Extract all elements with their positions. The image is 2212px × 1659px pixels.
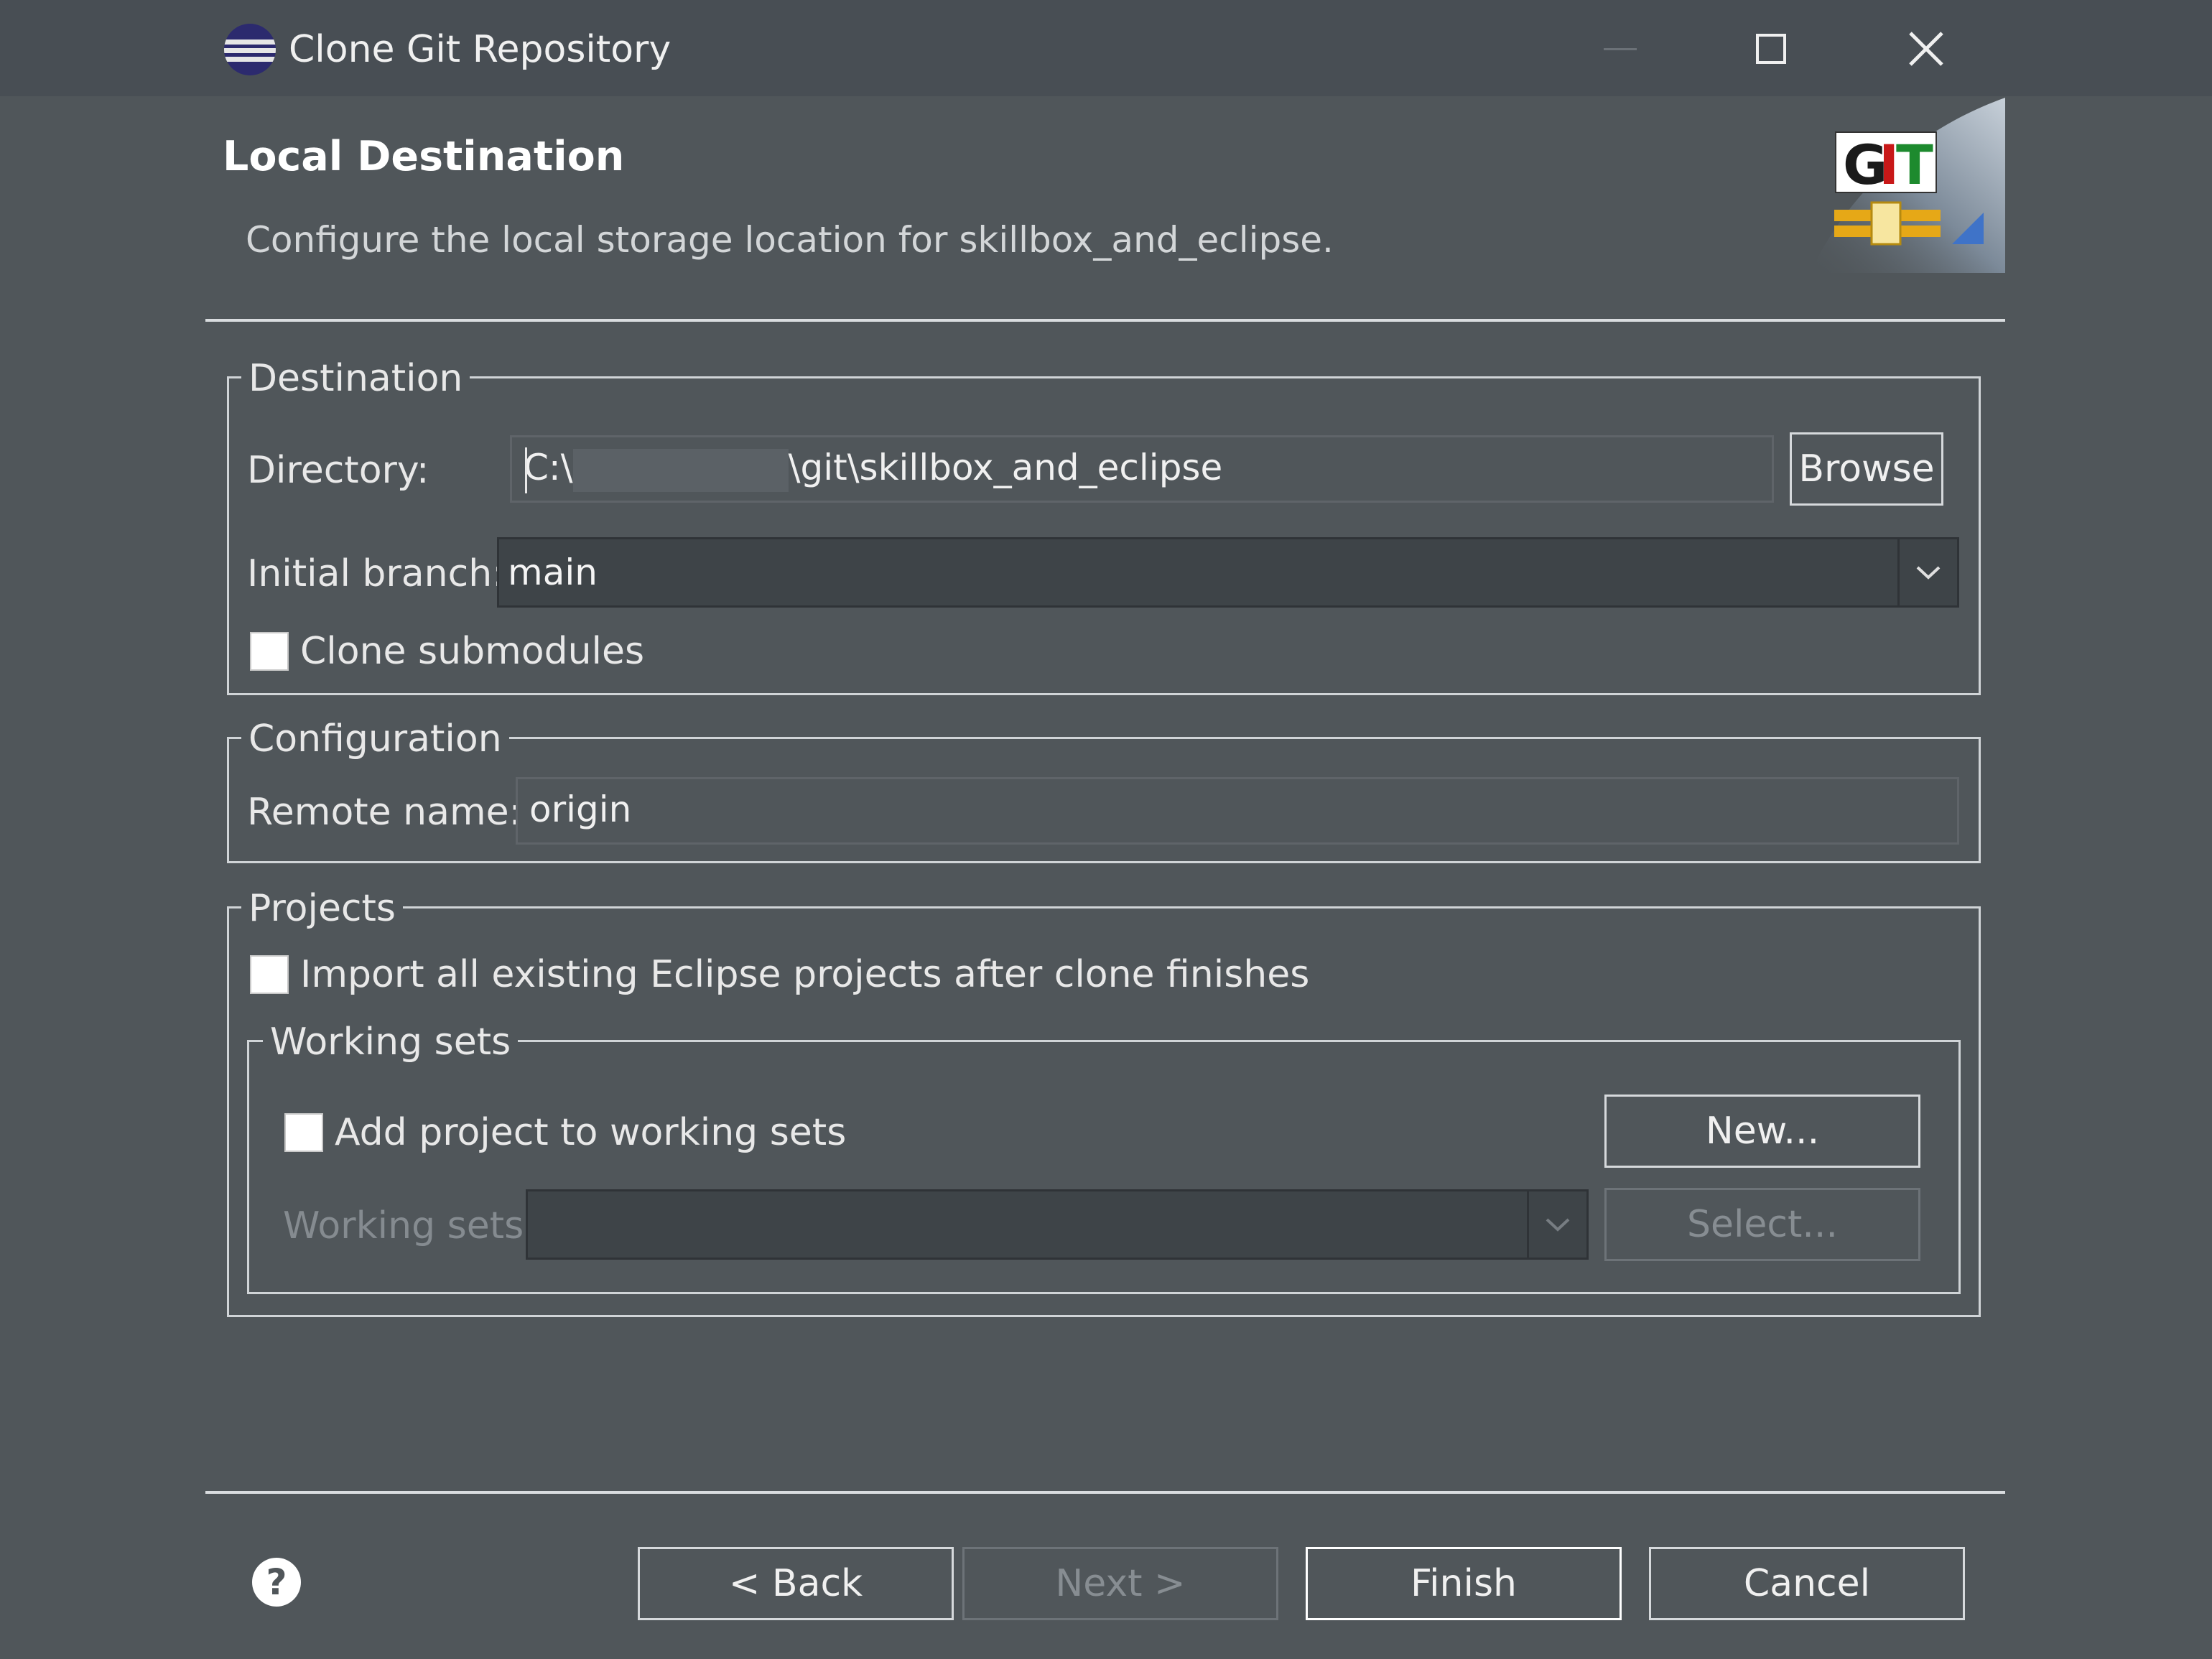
select-working-sets-button[interactable]: Select...	[1604, 1188, 1920, 1261]
close-icon	[1909, 32, 1943, 66]
maximize-icon	[1756, 34, 1786, 64]
svg-text:?: ?	[266, 1561, 287, 1603]
chevron-down-icon[interactable]	[1897, 539, 1957, 605]
minimize-button[interactable]	[1577, 14, 1663, 83]
new-working-set-button[interactable]: New...	[1604, 1095, 1920, 1168]
remote-name-input[interactable]: origin	[516, 777, 1959, 845]
back-button[interactable]: < Back	[638, 1547, 954, 1620]
window-title: Clone Git Repository	[289, 28, 672, 71]
cancel-button[interactable]: Cancel	[1649, 1547, 1965, 1620]
redacted-path	[572, 448, 789, 492]
add-to-working-sets-label: Add project to working sets	[335, 1111, 847, 1154]
projects-legend: Projects	[241, 886, 404, 931]
import-projects-label: Import all existing Eclipse projects aft…	[300, 953, 1310, 996]
remote-name-label: Remote name:	[247, 791, 522, 834]
text-caret	[525, 447, 527, 493]
git-logo-t: T	[1896, 133, 1933, 197]
initial-branch-select[interactable]: main	[497, 537, 1959, 608]
footer-separator	[205, 1491, 2005, 1494]
working-sets-legend: Working sets	[263, 1020, 519, 1064]
initial-branch-value: main	[508, 552, 598, 593]
directory-prefix: C:\	[524, 447, 573, 488]
close-button[interactable]	[1883, 14, 1969, 83]
browse-button[interactable]: Browse	[1790, 432, 1943, 506]
help-icon[interactable]: ?	[250, 1556, 303, 1609]
directory-input[interactable]: C:\ \git\skillbox_and_eclipse	[510, 435, 1774, 503]
initial-branch-label: Initial branch:	[247, 552, 505, 595]
maximize-button[interactable]	[1728, 14, 1814, 83]
eclipse-icon	[224, 24, 276, 75]
working-sets-label: Working sets:	[283, 1204, 536, 1247]
add-to-working-sets-checkbox[interactable]	[284, 1113, 323, 1152]
configuration-legend: Configuration	[241, 717, 509, 761]
page-title: Local Destination	[223, 133, 625, 180]
page-description: Configure the local storage location for…	[246, 219, 1334, 261]
minimize-icon	[1604, 47, 1637, 50]
git-logo-icon: G I T	[1810, 98, 2005, 273]
directory-suffix: \git\skillbox_and_eclipse	[788, 447, 1223, 488]
working-sets-select[interactable]	[526, 1189, 1589, 1260]
chevron-down-icon[interactable]	[1527, 1191, 1586, 1258]
finish-button[interactable]: Finish	[1306, 1547, 1622, 1620]
header-separator	[205, 319, 2005, 322]
destination-legend: Destination	[241, 356, 470, 401]
import-projects-checkbox[interactable]	[250, 955, 289, 994]
clone-submodules-checkbox[interactable]	[250, 632, 289, 671]
directory-label: Directory:	[247, 449, 429, 492]
next-button[interactable]: Next >	[962, 1547, 1278, 1620]
clone-submodules-label: Clone submodules	[300, 630, 645, 673]
